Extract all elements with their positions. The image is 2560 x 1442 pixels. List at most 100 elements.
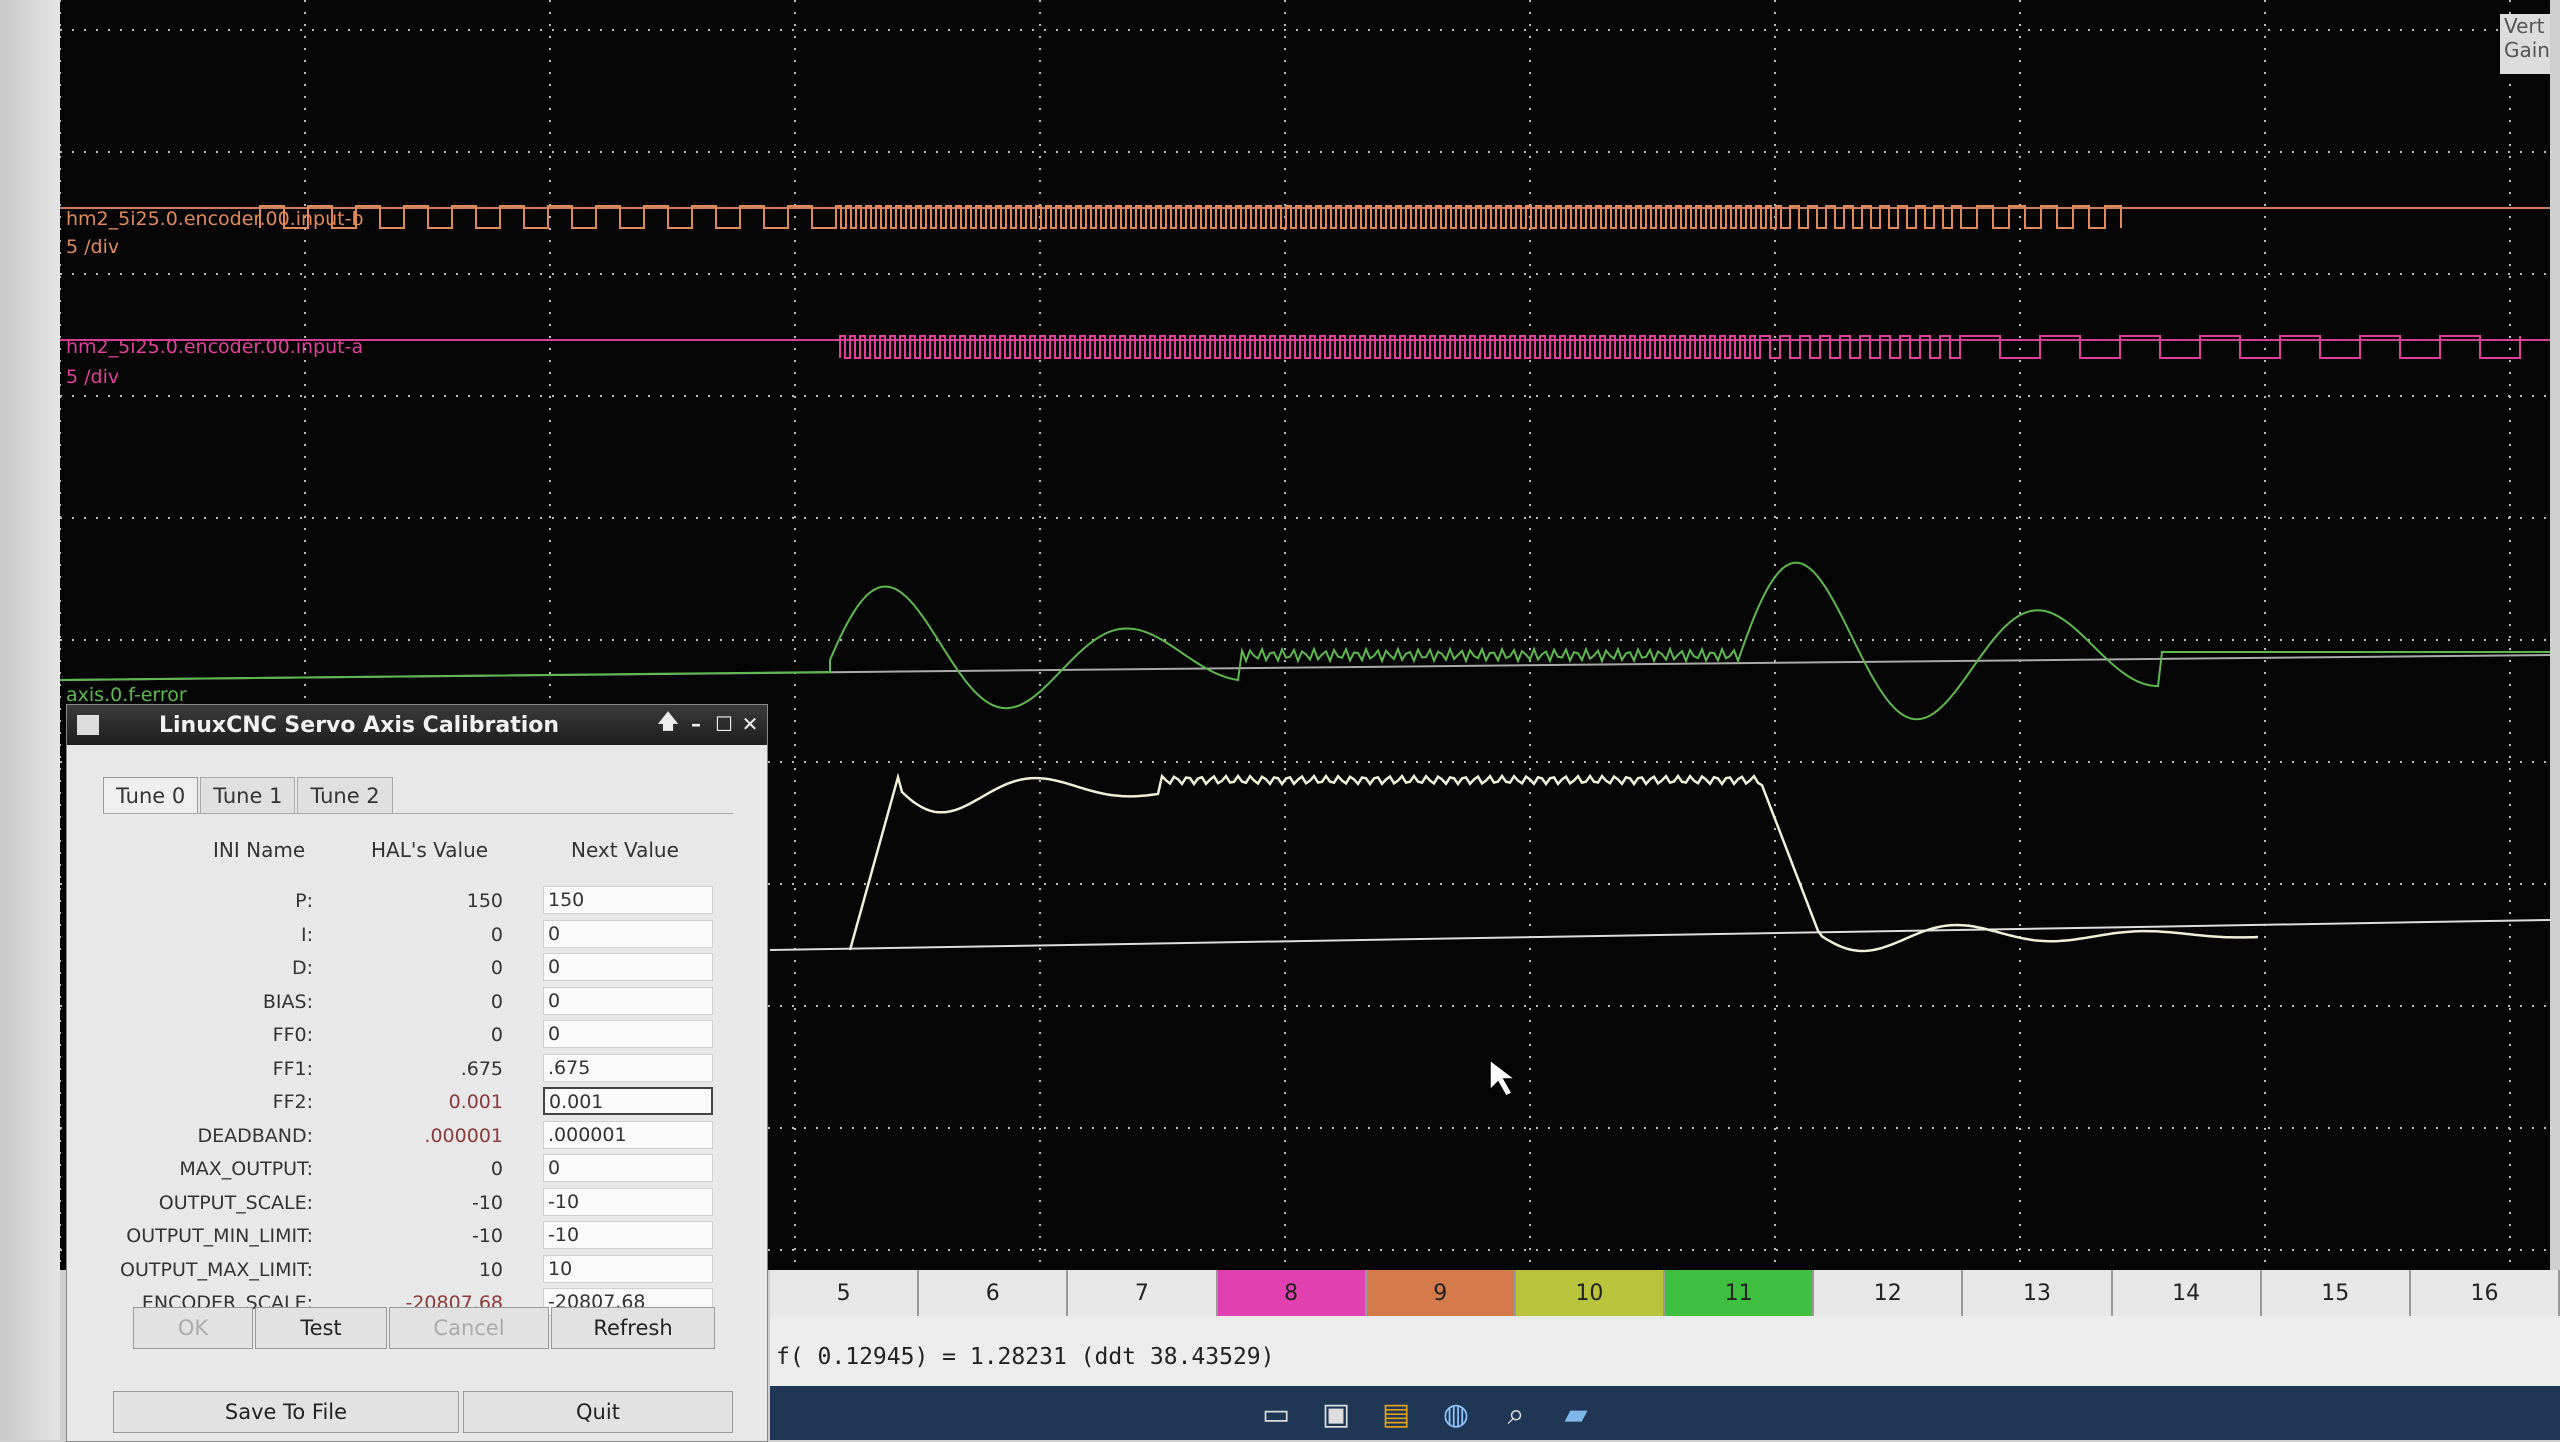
channel-button-8[interactable]: 8 [1217,1270,1367,1316]
quit-button[interactable]: Quit [463,1391,733,1433]
param-name: FF2: [272,1091,313,1113]
dialog-titlebar[interactable]: LinuxCNC Servo Axis Calibration 🡅 – ☐ ✕ [67,705,767,745]
param-name: OUTPUT_SCALE: [158,1191,313,1214]
param-row: OUTPUT_SCALE: -10 -10 [103,1187,733,1220]
param-row: OUTPUT_MAX_LIMIT: 10 10 [103,1254,733,1287]
param-hal-value: 0.001 [448,1091,503,1113]
folder-icon[interactable]: ▰ [1554,1394,1598,1434]
mouse-cursor-icon [1489,1058,1518,1097]
screen-bezel [0,0,60,1440]
waveform-position [848,772,2259,953]
param-name: I: [300,923,313,946]
channel-button-9[interactable]: 9 [1366,1270,1516,1316]
param-name: OUTPUT_MIN_LIMIT: [126,1225,313,1247]
cursor-readout: f( 0.12945) = 1.28231 (ddt 38.43529) [770,1316,2560,1386]
trace-label-input-b: hm2_5i25.0.encoder.00.input-b [66,208,364,230]
minimize-icon[interactable]: – [683,711,709,737]
window-menu-icon[interactable] [77,715,99,735]
param-next-input[interactable]: -10 [543,1221,713,1249]
param-hal-value: 10 [478,1258,503,1281]
channel-button-7[interactable]: 7 [1068,1270,1218,1316]
param-hal-value: 0 [490,923,503,946]
param-row: I: 0 0 [103,919,733,952]
channel-button-15[interactable]: 15 [2261,1270,2411,1316]
tune-panel: INI Name HAL's Value Next Value P: 150 150… [103,813,733,1316]
param-hal-value: 0 [490,990,503,1013]
vert-label-line2: Gain [2504,38,2550,62]
channel-button-10[interactable]: 10 [1515,1270,1666,1316]
param-next-input[interactable]: 10 [543,1254,713,1283]
header-ini-name: INI Name [213,838,306,862]
param-next-input[interactable]: 0 [543,953,713,981]
tab-tune-1[interactable]: Tune 1 [200,777,296,814]
param-next-input[interactable]: .000001 [543,1120,713,1149]
channel-button-11[interactable]: 11 [1665,1270,1815,1316]
header-hal-value: HAL's Value [371,838,489,862]
shade-icon[interactable]: 🡅 [655,709,681,737]
channel-button-12[interactable]: 12 [1814,1270,1964,1316]
param-hal-value: 150 [466,890,503,912]
param-row: D: 0 0 [103,953,733,985]
param-row: FF1: .675 .675 [103,1053,733,1086]
param-hal-value: -10 [471,1225,503,1247]
param-hal-value: 0 [490,957,503,979]
ok-button[interactable]: OK [133,1307,253,1349]
param-row: OUTPUT_MIN_LIMIT: -10 -10 [103,1221,733,1253]
maximize-icon[interactable]: ☐ [711,711,737,737]
param-row: P: 150 150 [103,886,733,918]
test-button[interactable]: Test [255,1307,387,1349]
header-next-value: Next Value [571,838,679,862]
trace-label-f-error: axis.0.f-error [66,684,187,706]
param-next-input[interactable]: 0 [543,919,713,948]
param-name: OUTPUT_MAX_LIMIT: [120,1258,313,1281]
param-name: D: [291,957,313,979]
tab-tune-0[interactable]: Tune 0 [103,777,199,814]
trace-scale-input-a: 5 /div [66,366,120,388]
terminal-icon[interactable]: ▣ [1314,1394,1358,1434]
channel-button-14[interactable]: 14 [2112,1270,2262,1316]
param-hal-value: -10 [471,1191,503,1214]
vert-label-line1: Vert [2504,14,2545,38]
param-name: DEADBAND: [197,1124,313,1147]
param-next-input[interactable]: .675 [543,1053,713,1082]
param-next-input[interactable]: 0.001 [543,1087,713,1115]
param-hal-value: 0 [490,1024,503,1046]
close-icon[interactable]: ✕ [737,711,763,737]
param-name: MAX_OUTPUT: [179,1158,313,1180]
param-next-input[interactable]: -10 [543,1187,713,1216]
channel-button-13[interactable]: 13 [1963,1270,2113,1316]
param-hal-value: .675 [460,1057,503,1080]
notes-icon[interactable]: ▤ [1374,1394,1418,1434]
param-next-input[interactable]: 0 [543,1020,713,1048]
waveform-input-b [259,205,2122,229]
refresh-button[interactable]: Refresh [551,1307,715,1349]
param-row: FF0: 0 0 [103,1020,733,1052]
drive-icon[interactable]: ▭ [1254,1394,1298,1434]
cancel-button[interactable]: Cancel [389,1307,549,1349]
save-to-file-button[interactable]: Save To File [113,1391,459,1433]
tab-tune-2[interactable]: Tune 2 [297,777,393,814]
param-row: BIAS: 0 0 [103,986,733,1019]
channel-button-16[interactable]: 16 [2410,1270,2560,1316]
param-next-input[interactable]: 0 [543,986,713,1015]
param-row: DEADBAND: .000001 .000001 [103,1120,733,1153]
dialog-title: LinuxCNC Servo Axis Calibration [159,712,560,738]
trace-baseline-position [769,919,2550,951]
param-next-input[interactable]: 150 [543,886,713,914]
channel-button-6[interactable]: 6 [919,1270,1069,1316]
param-name: FF1: [272,1057,313,1080]
channel-button-5[interactable]: 5 [770,1270,920,1316]
trace-label-input-a: hm2_5i25.0.encoder.00.input-a [66,336,364,358]
param-hal-value: .000001 [424,1124,503,1147]
tune-tabs: Tune 0 Tune 1 Tune 2 [103,777,395,814]
param-name: BIAS: [262,990,313,1013]
channel-selector-bar: 5 6 7 8 9 10 11 12 13 14 15 16 [770,1270,2560,1316]
browser-icon[interactable]: ◍ [1434,1394,1478,1434]
taskbar: ▭ ▣ ▤ ◍ ⌕ ▰ [770,1386,2560,1440]
servo-calibration-dialog: LinuxCNC Servo Axis Calibration 🡅 – ☐ ✕ … [66,704,768,1442]
param-row: MAX_OUTPUT: 0 0 [103,1154,733,1186]
param-next-input[interactable]: 0 [543,1154,713,1182]
vertical-gain-label: Vert Gain [2500,14,2550,74]
search-icon[interactable]: ⌕ [1494,1394,1538,1434]
param-name: P: [295,890,313,912]
